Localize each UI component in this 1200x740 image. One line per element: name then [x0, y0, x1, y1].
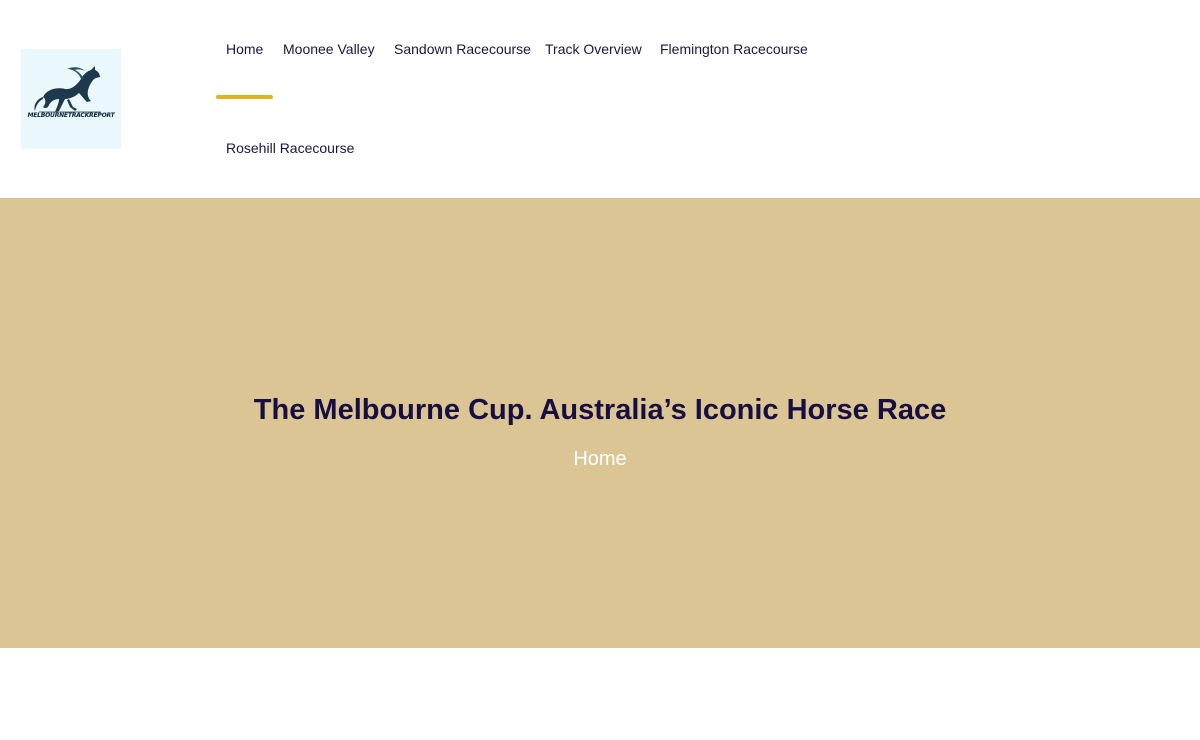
nav-link-track-overview[interactable]: Track Overview	[545, 40, 642, 58]
nav-link-sandown-racecourse[interactable]: Sandown Racecourse	[394, 40, 531, 58]
nav-link-moonee-valley[interactable]: Moonee Valley	[283, 40, 375, 58]
breadcrumb-home-link[interactable]: Home	[573, 448, 626, 470]
main-navigation: Home Moonee Valley Sandown Racecourse Tr…	[0, 0, 1200, 198]
nav-link-rosehill-racecourse[interactable]: Rosehill Racecourse	[226, 139, 354, 157]
site-header: MELBOURNETRACKREPORT Home Moonee Valley …	[0, 0, 1200, 198]
hero-banner: The Melbourne Cup. Australia’s Iconic Ho…	[0, 198, 1200, 648]
nav-link-home[interactable]: Home	[226, 40, 263, 58]
nav-link-flemington-racecourse[interactable]: Flemington Racecourse	[660, 40, 808, 58]
breadcrumb: Home	[0, 448, 1200, 470]
active-nav-indicator	[216, 95, 273, 99]
page-title: The Melbourne Cup. Australia’s Iconic Ho…	[253, 394, 947, 426]
